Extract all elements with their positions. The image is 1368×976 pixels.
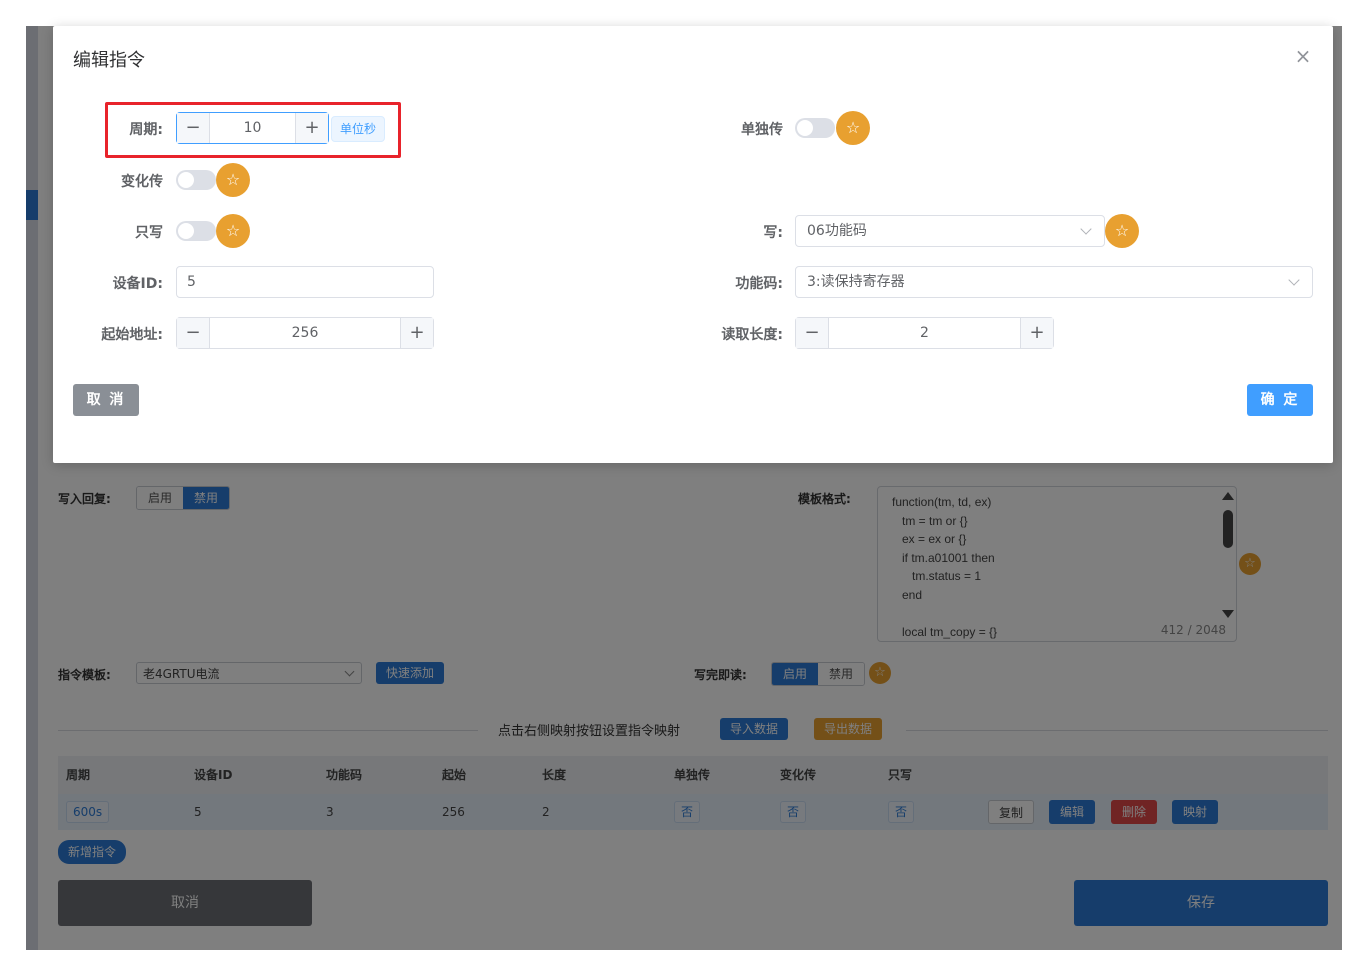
period-stepper[interactable]: − 10 + [176, 112, 329, 144]
start-address-stepper[interactable]: − 256 + [176, 317, 434, 349]
change-send-star-icon[interactable]: ☆ [216, 163, 250, 197]
period-value[interactable]: 10 [210, 113, 295, 143]
read-length-label: 读取长度: [721, 327, 783, 343]
function-code-select[interactable]: 3:读保持寄存器 [795, 266, 1313, 298]
increment-button[interactable]: + [295, 113, 328, 143]
increment-button[interactable]: + [400, 318, 433, 348]
device-id-label: 设备ID: [112, 276, 163, 292]
single-send-switch[interactable] [795, 118, 835, 138]
chevron-down-icon [1288, 274, 1300, 286]
decrement-button[interactable]: − [177, 318, 210, 348]
change-send-switch[interactable] [176, 170, 216, 190]
write-select[interactable]: 06功能码 [795, 215, 1105, 247]
switch-knob [178, 223, 194, 239]
write-star-icon[interactable]: ☆ [1105, 214, 1139, 248]
single-send-star-icon[interactable]: ☆ [836, 111, 870, 145]
switch-knob [178, 172, 194, 188]
switch-knob [797, 120, 813, 136]
single-send-label: 单独传 [741, 122, 783, 138]
increment-button[interactable]: + [1020, 318, 1053, 348]
period-label: 周期: [129, 122, 163, 138]
write-value: 06功能码 [807, 223, 867, 239]
function-code-value: 3:读保持寄存器 [807, 274, 905, 290]
close-icon[interactable]: × [1293, 46, 1313, 66]
read-length-stepper[interactable]: − 2 + [795, 317, 1054, 349]
write-only-star-icon[interactable]: ☆ [216, 214, 250, 248]
start-address-value[interactable]: 256 [210, 318, 400, 348]
device-id-input[interactable]: 5 [176, 266, 434, 298]
start-address-label: 起始地址: [101, 327, 163, 343]
decrement-button[interactable]: − [177, 113, 210, 143]
chevron-down-icon [1080, 223, 1092, 235]
write-only-switch[interactable] [176, 221, 216, 241]
decrement-button[interactable]: − [796, 318, 829, 348]
dialog-title: 编辑指令 [73, 50, 145, 71]
write-only-label: 只写 [135, 225, 163, 241]
change-send-label: 变化传 [121, 174, 163, 190]
edit-command-dialog: 编辑指令 × 周期: − 10 + 单位秒 单独传 ☆ 变化传 ☆ 只写 ☆ 写… [53, 26, 1333, 463]
write-label: 写: [763, 225, 783, 241]
unit-seconds-tag: 单位秒 [331, 116, 386, 142]
function-code-label: 功能码: [735, 276, 783, 292]
cancel-button[interactable]: 取 消 [73, 384, 139, 416]
read-length-value[interactable]: 2 [829, 318, 1020, 348]
confirm-button[interactable]: 确 定 [1247, 384, 1313, 416]
